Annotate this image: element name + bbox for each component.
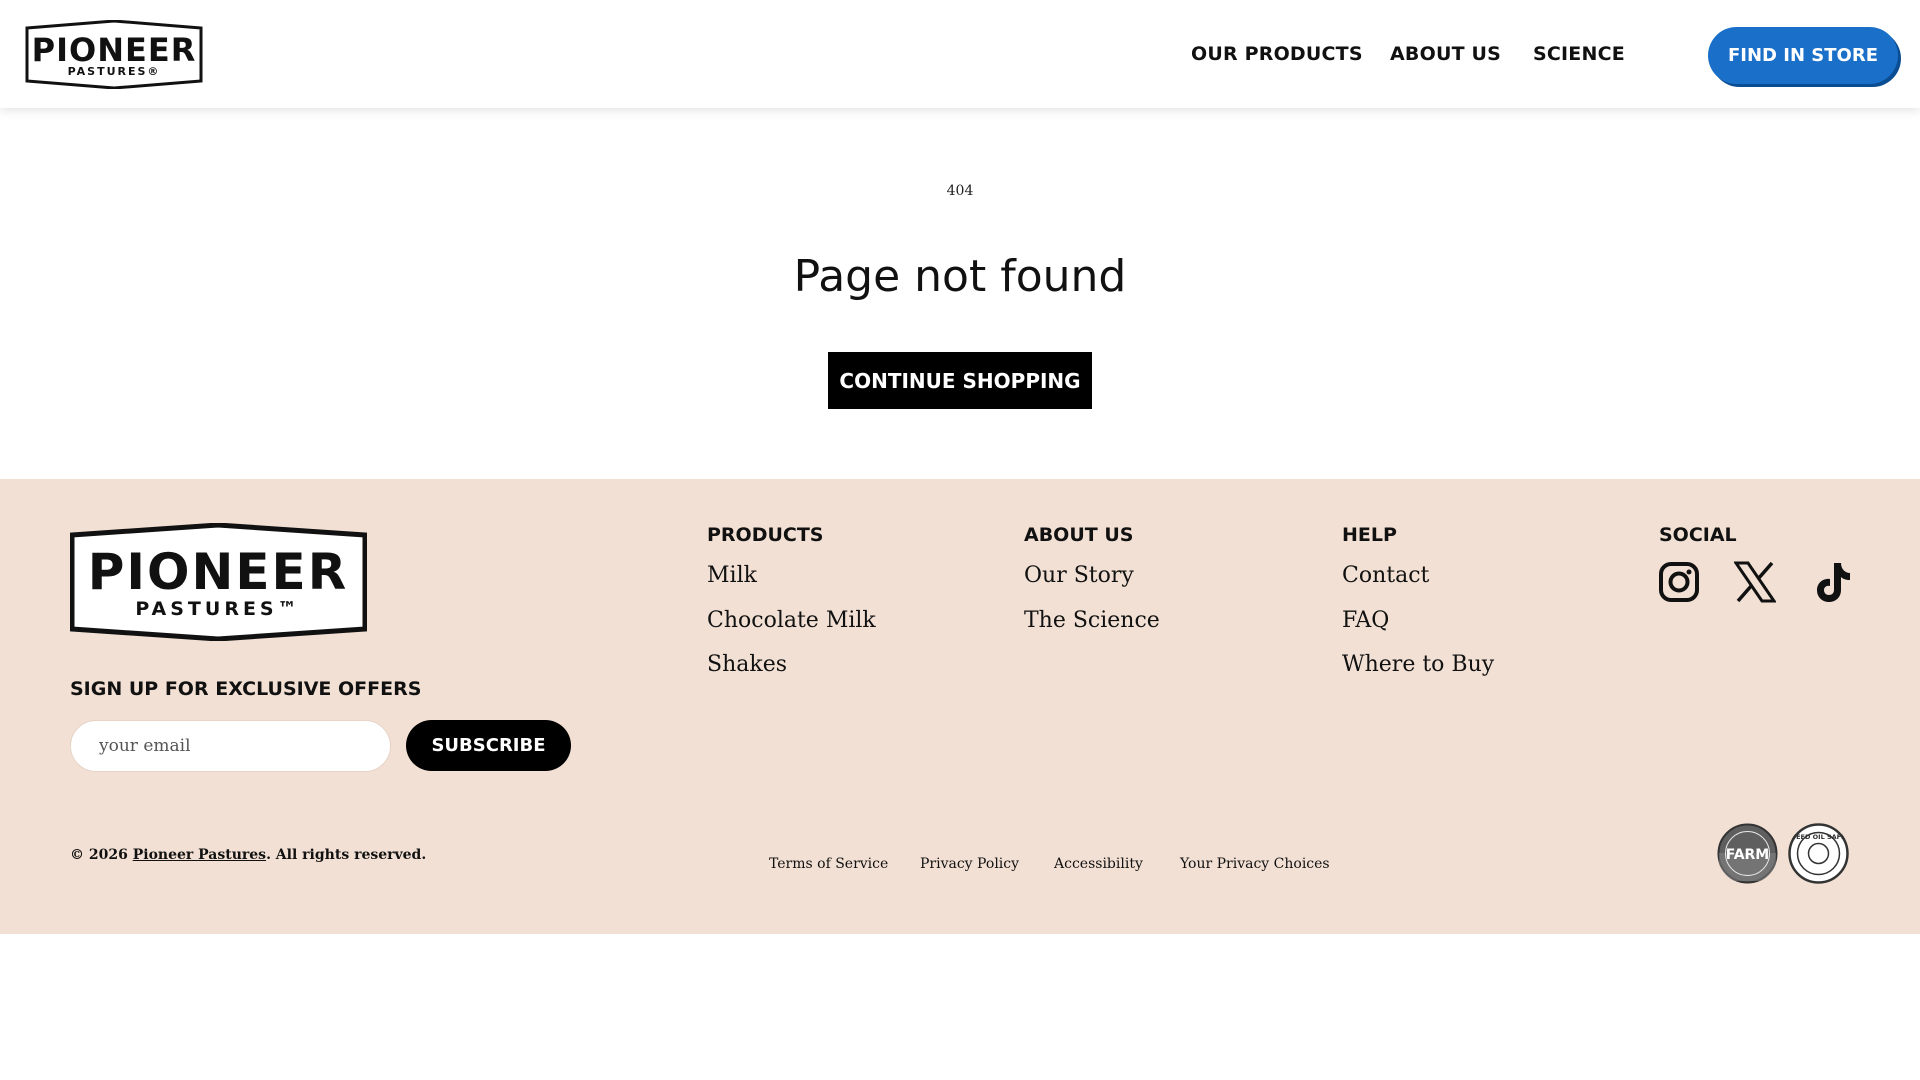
seed-oil-badge-text: SEED OIL SAFE xyxy=(1791,833,1845,841)
footer-link-where-to-buy[interactable]: Where to Buy xyxy=(1342,652,1494,677)
privacy-policy-link[interactable]: Privacy Policy xyxy=(920,856,1019,872)
nav-about-us[interactable]: ABOUT US xyxy=(1390,0,1501,108)
nav-science-link[interactable]: SCIENCE xyxy=(1533,43,1625,65)
email-field[interactable] xyxy=(70,720,391,772)
farm-badge-text: FARM xyxy=(1726,847,1770,863)
nav-about-us-link[interactable]: ABOUT US xyxy=(1390,43,1501,65)
footer-link-milk[interactable]: Milk xyxy=(707,563,757,588)
nav-our-products-link[interactable]: OUR PRODUCTS xyxy=(1191,43,1363,65)
copyright-prefix: © 2026 xyxy=(70,847,133,863)
find-in-store-button[interactable]: FIND IN STORE xyxy=(1708,27,1898,84)
logo-wordmark: PIONEER xyxy=(32,31,197,69)
products-heading: PRODUCTS xyxy=(707,524,824,546)
continue-shopping-button[interactable]: CONTINUE SHOPPING xyxy=(828,352,1092,409)
footer-link-the-science[interactable]: The Science xyxy=(1024,608,1160,633)
footer-logo-wordmark: PIONEER xyxy=(88,543,348,601)
privacy-choices-link[interactable]: Your Privacy Choices xyxy=(1180,856,1330,872)
error-code: 404 xyxy=(946,183,974,199)
farm-certification-badge: FARM xyxy=(1717,823,1778,884)
page-title: Page not found xyxy=(793,251,1127,302)
tiktok-icon[interactable] xyxy=(1810,561,1852,603)
footer-link-faq[interactable]: FAQ xyxy=(1342,608,1389,633)
accessibility-link[interactable]: Accessibility xyxy=(1054,856,1143,872)
copyright-suffix: . All rights reserved. xyxy=(266,847,427,863)
signup-heading: SIGN UP FOR EXCLUSIVE OFFERS xyxy=(70,678,422,700)
copyright-brand-link[interactable]: Pioneer Pastures xyxy=(133,847,266,863)
footer-link-contact[interactable]: Contact xyxy=(1342,563,1429,588)
social-heading: SOCIAL xyxy=(1659,524,1737,546)
x-icon[interactable] xyxy=(1734,561,1776,603)
terms-of-service-link[interactable]: Terms of Service xyxy=(769,856,888,872)
footer-logo-subword: PASTURES™ xyxy=(135,598,300,620)
footer-link-our-story[interactable]: Our Story xyxy=(1024,563,1134,588)
about-heading: ABOUT US xyxy=(1024,524,1134,546)
copyright: © 2026 Pioneer Pastures. All rights rese… xyxy=(70,847,426,863)
seed-oil-safe-badge: SEED OIL SAFE xyxy=(1788,823,1849,884)
nav-science[interactable]: SCIENCE xyxy=(1533,0,1625,108)
logo-subword: PASTURES® xyxy=(68,65,161,78)
help-heading: HELP xyxy=(1342,524,1397,546)
pioneer-pastures-logo[interactable]: PIONEER PASTURES® xyxy=(25,20,203,89)
footer-link-chocolate-milk[interactable]: Chocolate Milk xyxy=(707,608,876,633)
instagram-icon[interactable] xyxy=(1658,561,1700,603)
footer-link-shakes[interactable]: Shakes xyxy=(707,652,787,677)
nav-our-products[interactable]: OUR PRODUCTS xyxy=(1191,0,1363,108)
site-header: PIONEER PASTURES® OUR PRODUCTS ABOUT US … xyxy=(0,0,1920,108)
subscribe-button[interactable]: SUBSCRIBE xyxy=(406,720,571,771)
footer-logo[interactable]: PIONEER PASTURES™ xyxy=(70,523,367,641)
